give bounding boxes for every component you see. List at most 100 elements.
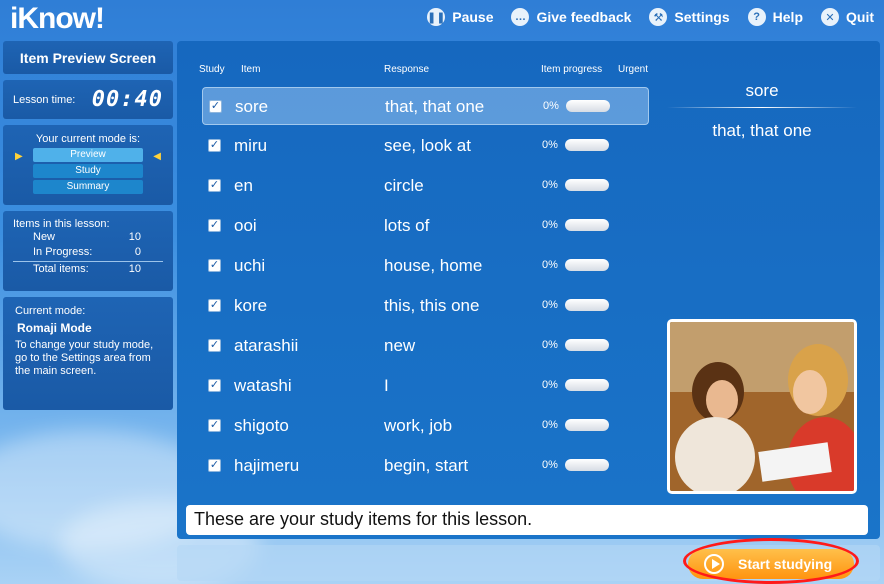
- study-checkbox[interactable]: ✓: [208, 179, 221, 192]
- quit-icon: ✕: [821, 8, 839, 26]
- study-checkbox[interactable]: ✓: [208, 459, 221, 472]
- study-checkbox[interactable]: ✓: [208, 139, 221, 152]
- nav-help-button[interactable]: ? Help: [747, 8, 803, 26]
- progress-percent: 0%: [542, 139, 558, 151]
- nav-settings-button[interactable]: ⚒ Settings: [649, 8, 730, 26]
- response-text: begin, start: [384, 456, 469, 475]
- progress-percent: 0%: [542, 419, 558, 431]
- nav-give-feedback-button[interactable]: … Give feedback: [511, 8, 631, 26]
- nav-pause-button[interactable]: ❚❚ Pause: [427, 8, 493, 26]
- table-row[interactable]: ✓ miru see, look at 0%: [202, 127, 649, 165]
- item-text: kore: [234, 296, 268, 315]
- table-row[interactable]: ✓ watashi I 0%: [202, 367, 649, 405]
- item-text: uchi: [234, 256, 266, 275]
- mode-study-button[interactable]: Study: [33, 164, 143, 178]
- lesson-time-label: Lesson time:: [13, 93, 76, 106]
- nav-label: Help: [772, 9, 803, 25]
- table-row[interactable]: ✓ sore that, that one 0%: [202, 87, 649, 125]
- col-study-header: Study: [199, 64, 225, 75]
- app-logo: iKnow!: [10, 2, 105, 35]
- top-nav: ❚❚ Pause … Give feedback ⚒ Settings? Help ✕ Quit: [427, 8, 874, 26]
- count-total: Total items: 10: [13, 261, 163, 277]
- preview-word: sore: [745, 81, 779, 100]
- study-checkbox[interactable]: ✓: [208, 219, 221, 232]
- mode-help-text: To change your study mode, go to the Set…: [15, 339, 154, 377]
- count-new: New 10: [13, 230, 163, 245]
- progress-percent: 0%: [543, 100, 559, 112]
- progress-percent: 0%: [542, 299, 558, 311]
- col-response-header: Response: [384, 64, 430, 75]
- items-heading: Items in this lesson:: [13, 218, 110, 230]
- table-row[interactable]: ✓ ooi lots of 0%: [202, 207, 649, 245]
- current-mode-name: Romaji Mode: [17, 321, 92, 335]
- screen-title: Item Preview Screen: [3, 41, 173, 74]
- settings-icon: ⚒: [649, 8, 668, 26]
- lesson-photo: [667, 319, 857, 494]
- progress-bar: [565, 459, 609, 471]
- current-mode-label: Current mode:: [15, 305, 86, 317]
- response-text: this, this one: [384, 296, 480, 315]
- items-count-panel: Items in this lesson: New 10 In Progress…: [3, 211, 173, 291]
- progress-percent: 0%: [542, 179, 558, 191]
- response-text: work, job: [384, 416, 453, 435]
- preview-response: that, that one: [712, 121, 812, 140]
- study-checkbox[interactable]: ✓: [208, 339, 221, 352]
- item-text: ooi: [234, 216, 257, 235]
- table-row[interactable]: ✓ en circle 0%: [202, 167, 649, 205]
- table-row[interactable]: ✓ uchi house, home 0%: [202, 247, 649, 285]
- nav-label: Give feedback: [536, 9, 632, 25]
- col-urgent-header: Urgent: [618, 64, 649, 75]
- mode-summary-button[interactable]: Summary: [33, 180, 143, 194]
- progress-bar: [565, 219, 609, 231]
- response-text: house, home: [384, 256, 483, 275]
- study-checkbox[interactable]: ✓: [208, 299, 221, 312]
- nav-label: Pause: [452, 9, 494, 25]
- nav-label: Quit: [846, 9, 874, 25]
- study-checkbox[interactable]: ✓: [208, 419, 221, 432]
- study-checkbox[interactable]: ✓: [209, 100, 222, 113]
- progress-bar: [565, 179, 609, 191]
- response-text: new: [384, 336, 416, 355]
- lesson-message: These are your study items for this less…: [186, 505, 868, 535]
- progress-percent: 0%: [542, 379, 558, 391]
- top-bar: iKnow! ❚❚ Pause … Give feedback ⚒ Settings? He…: [0, 0, 884, 38]
- mode-preview-button[interactable]: Preview: [33, 148, 143, 162]
- photo-illustration: [670, 322, 854, 491]
- feedback-icon: …: [511, 8, 530, 26]
- progress-bar: [565, 379, 609, 391]
- response-text: circle: [384, 176, 424, 195]
- progress-bar: [565, 339, 609, 351]
- table-row[interactable]: ✓ kore this, this one 0%: [202, 287, 649, 325]
- help-icon: ?: [747, 8, 766, 26]
- progress-bar: [565, 139, 609, 151]
- progress-bar: [565, 299, 609, 311]
- progress-percent: 0%: [542, 219, 558, 231]
- count-value: 10: [128, 263, 141, 275]
- study-checkbox[interactable]: ✓: [208, 259, 221, 272]
- pause-icon: ❚❚: [427, 8, 445, 26]
- item-text: atarashii: [234, 336, 299, 355]
- progress-percent: 0%: [542, 459, 558, 471]
- preview-divider: [667, 107, 857, 108]
- count-label: Total items:: [33, 263, 89, 275]
- item-text: miru: [234, 136, 268, 155]
- col-progress-header: Item progress: [541, 64, 603, 75]
- sidebar: Item Preview Screen Lesson time: 00:40 Y…: [3, 41, 173, 416]
- nav-quit-button[interactable]: ✕ Quit: [821, 8, 874, 26]
- table-row[interactable]: ✓ atarashii new 0%: [202, 327, 649, 365]
- count-in-progress: In Progress: 0: [13, 245, 163, 260]
- progress-bar: [565, 419, 609, 431]
- study-checkbox[interactable]: ✓: [208, 379, 221, 392]
- nav-label: Settings: [674, 9, 730, 25]
- table-row[interactable]: ✓ shigoto work, job 0%: [202, 407, 649, 445]
- response-text: that, that one: [385, 97, 485, 116]
- table-row[interactable]: ✓ hajimeru begin, start 0%: [202, 447, 649, 485]
- count-label: New: [33, 231, 56, 243]
- item-text: sore: [235, 97, 269, 116]
- current-mode-panel: Current mode: Romaji Mode To change your…: [3, 297, 173, 410]
- response-text: I: [384, 376, 389, 395]
- count-label: In Progress:: [33, 246, 93, 258]
- item-text: en: [234, 176, 253, 195]
- mode-panel: Your current mode is: ▶ ◀ Preview Study …: [3, 125, 173, 205]
- mode-list: ▶ ◀ Preview Study Summary: [3, 148, 173, 194]
